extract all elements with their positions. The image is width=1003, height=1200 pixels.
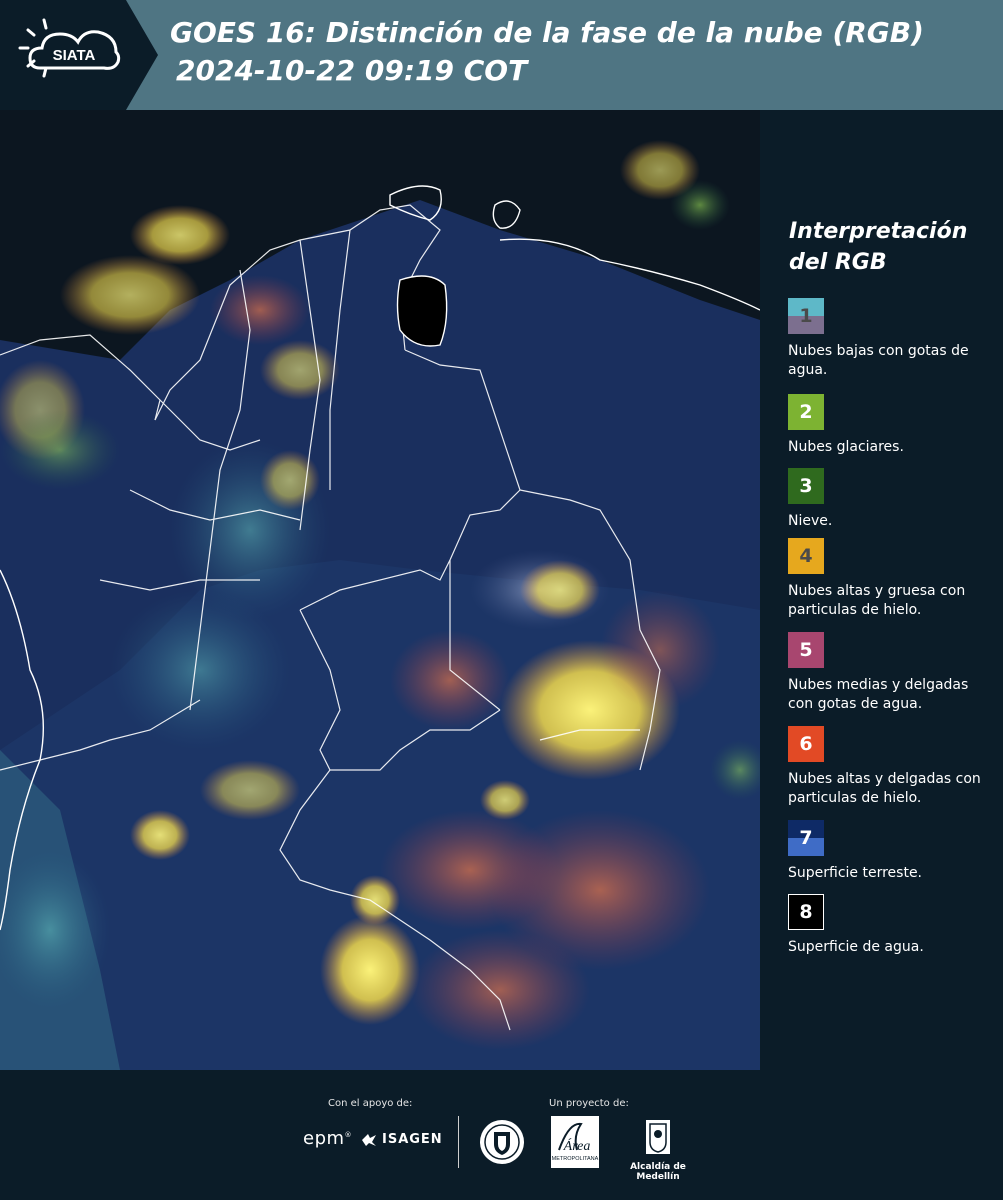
medellin-crest-icon [646, 1120, 670, 1154]
page-title: GOES 16: Distinción de la fase de la nub… [170, 14, 924, 90]
legend-panel: Interpretación del RGB 1 Nubes bajas con… [776, 110, 1003, 1070]
legend-number: 3 [799, 475, 813, 497]
legend-item-6: 6 Nubes altas y delgadas con particulas … [788, 726, 988, 808]
university-seal-icon [478, 1118, 526, 1166]
legend-label: Nubes altas y gruesa con particulas de h… [788, 583, 966, 618]
legend-swatch-8: 8 [788, 894, 824, 930]
legend-number: 7 [799, 827, 813, 849]
isagen-mark-icon [362, 1133, 376, 1146]
legend-label: Nubes medias y delgadas con gotas de agu… [788, 677, 969, 712]
alcaldia-label: Alcaldía de Medellín [630, 1162, 686, 1182]
legend-number: 6 [799, 733, 813, 755]
title-line-product: GOES 16: Distinción de la fase de la nub… [170, 16, 924, 49]
support-label: Con el apoyo de: [328, 1098, 413, 1109]
legend-label: Nubes altas y delgadas con particulas de… [788, 771, 981, 806]
legend-label: Nieve. [788, 513, 833, 529]
area-logo-subtitle: METROPOLITANA [552, 1156, 599, 1162]
legend-number: 8 [799, 901, 813, 923]
legend-swatch-2: 2 [788, 394, 824, 430]
title-line-datetime: 2024-10-22 09:19 COT [176, 54, 528, 87]
epm-logo: epm® [303, 1128, 353, 1149]
legend-label: Nubes glaciares. [788, 439, 904, 455]
legend-label: Superficie de agua. [788, 939, 924, 955]
isagen-logo: ISAGEN [360, 1132, 443, 1147]
legend-item-4: 4 Nubes altas y gruesa con particulas de… [788, 538, 988, 620]
legend-swatch-7: 7 [788, 820, 824, 856]
legend-title: Interpretación del RGB [789, 219, 968, 275]
legend-item-1: 1 Nubes bajas con gotas de agua. [788, 298, 988, 380]
legend-number: 2 [799, 401, 813, 423]
legend-swatch-6: 6 [788, 726, 824, 762]
area-logo-text: Área [563, 1137, 591, 1154]
map-right-margin [760, 110, 776, 1070]
siata-logo: SIATA [0, 0, 160, 110]
epm-logo-text: epm [303, 1128, 345, 1149]
project-label: Un proyecto de: [549, 1098, 629, 1109]
isagen-logo-text: ISAGEN [382, 1132, 443, 1147]
legend-label: Nubes bajas con gotas de agua. [788, 343, 969, 378]
legend-item-7: 7 Superficie terreste. [788, 820, 988, 883]
satellite-map [0, 110, 760, 1070]
legend-swatch-1: 1 [788, 298, 824, 334]
footer-divider [458, 1116, 459, 1168]
legend-swatch-4: 4 [788, 538, 824, 574]
legend-swatch-5: 5 [788, 632, 824, 668]
header-bar: SIATA GOES 16: Distinción de la fase de … [0, 0, 1003, 110]
alcaldia-logo: Alcaldía de Medellín [613, 1118, 703, 1182]
legend-swatch-3: 3 [788, 468, 824, 504]
legend-number: 1 [799, 305, 813, 327]
legend-item-2: 2 Nubes glaciares. [788, 394, 988, 457]
legend-number: 5 [799, 639, 813, 661]
siata-logo-text: SIATA [53, 47, 96, 64]
legend-item-5: 5 Nubes medias y delgadas con gotas de a… [788, 632, 988, 714]
legend-number: 4 [799, 545, 813, 567]
footer: Con el apoyo de: Un proyecto de: epm® IS… [0, 1070, 1003, 1200]
legend-item-8: 8 Superficie de agua. [788, 894, 988, 957]
legend-label: Superficie terreste. [788, 865, 923, 881]
legend-item-3: 3 Nieve. [788, 468, 988, 531]
area-metropolitana-logo: Área METROPOLITANA [551, 1116, 599, 1168]
